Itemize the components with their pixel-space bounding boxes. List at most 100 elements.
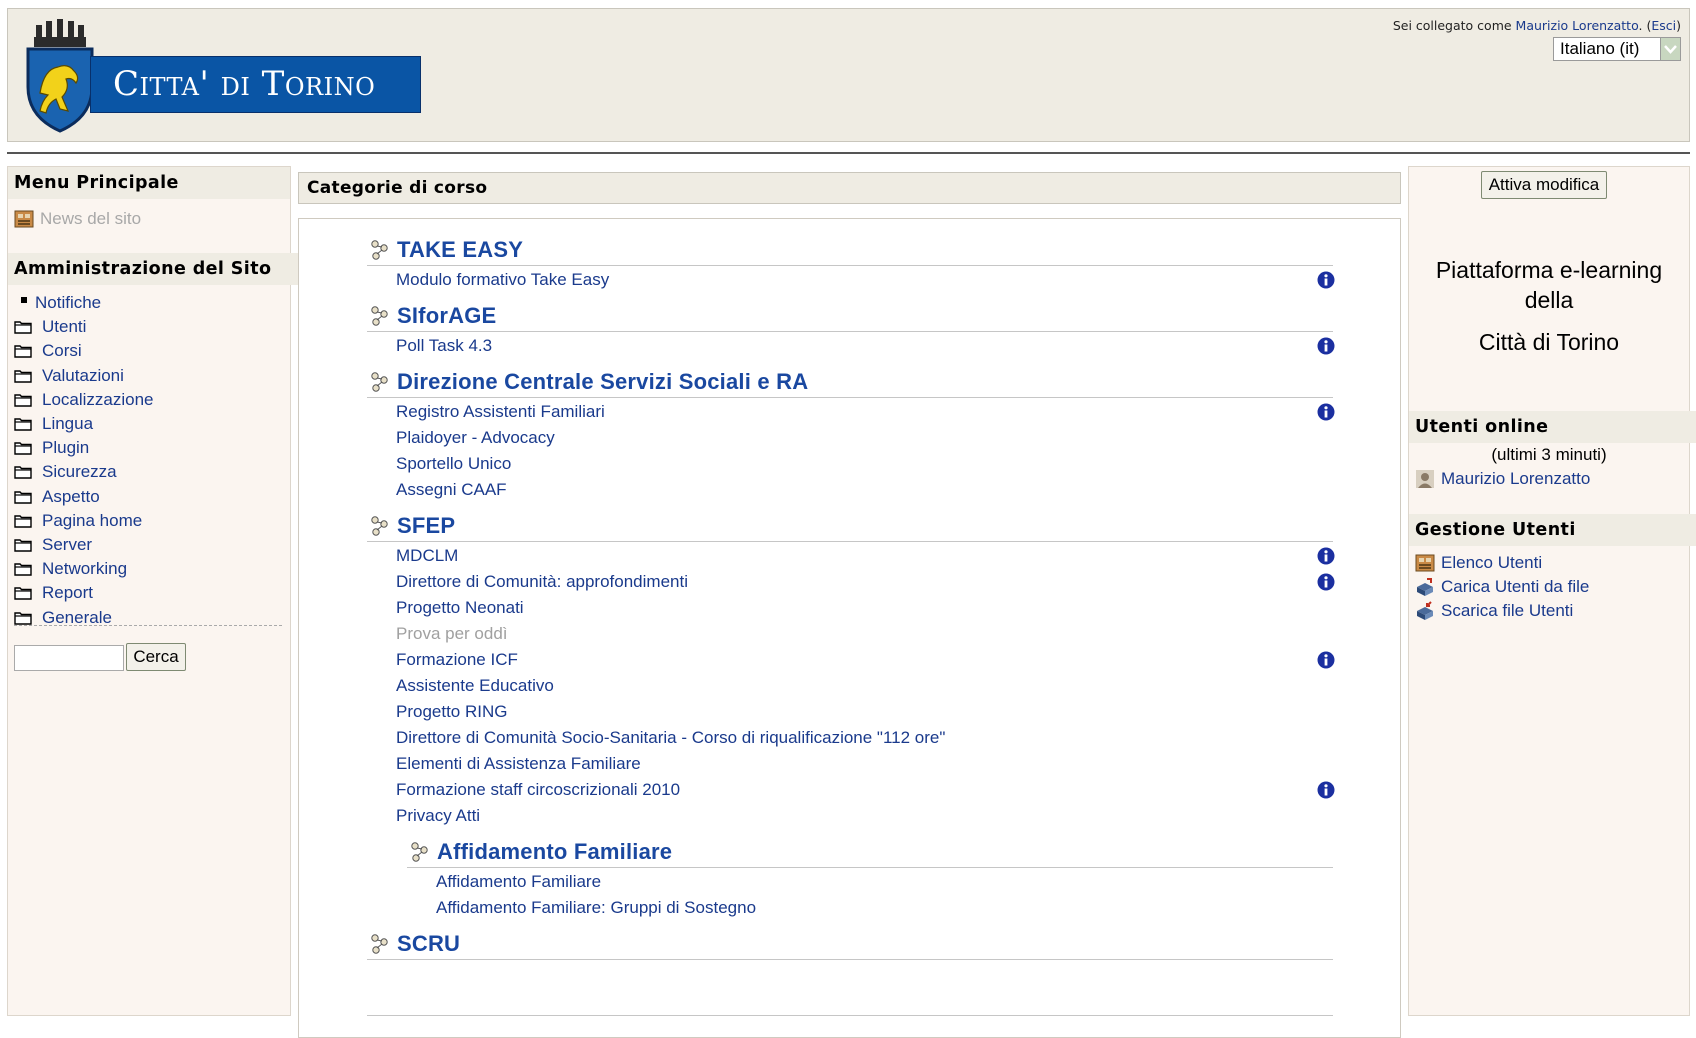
- gestione-item-link[interactable]: Scarica file Utenti: [1441, 601, 1573, 621]
- edit-mode-button[interactable]: Attiva modifica: [1481, 171, 1607, 199]
- gestione-item-3[interactable]: Scarica file Utenti: [1415, 599, 1573, 623]
- admin-item-label[interactable]: Localizzazione: [42, 390, 154, 410]
- course-link[interactable]: Sportello Unico: [396, 451, 511, 477]
- folder-icon: [14, 418, 32, 431]
- divider: [14, 625, 282, 626]
- admin-item-label[interactable]: Lingua: [42, 414, 93, 434]
- admin-item-label[interactable]: Networking: [42, 559, 127, 579]
- course-link[interactable]: Assegni CAAF: [396, 477, 507, 503]
- admin-item-label[interactable]: Aspetto: [42, 487, 100, 507]
- course-link[interactable]: Formazione staff circoscrizionali 2010: [396, 777, 680, 803]
- info-icon[interactable]: [1317, 573, 1335, 591]
- course-link[interactable]: Privacy Atti: [396, 803, 480, 829]
- info-icon[interactable]: [1317, 337, 1335, 355]
- folder-icon: [14, 587, 32, 601]
- course-link[interactable]: Registro Assistenti Familiari: [396, 399, 605, 425]
- course-link[interactable]: Elementi di Assistenza Familiare: [396, 751, 641, 777]
- course-link[interactable]: Direttore di Comunità Socio-Sanitaria - …: [396, 725, 945, 751]
- online-user-link[interactable]: Maurizio Lorenzatto: [1441, 469, 1590, 489]
- category-name[interactable]: SFEP: [397, 513, 455, 539]
- user-profile-link[interactable]: Maurizio Lorenzatto: [1516, 18, 1639, 33]
- category-row[interactable]: TAKE EASY: [367, 235, 1333, 266]
- folder-icon: [14, 490, 32, 504]
- course-link[interactable]: Plaidoyer - Advocacy: [396, 425, 555, 451]
- login-suffix: ): [1676, 18, 1681, 33]
- admin-item-report[interactable]: Report: [14, 581, 154, 605]
- folder-icon: [14, 466, 32, 480]
- category-row[interactable]: SIforAGE: [367, 301, 1333, 332]
- login-info: Sei collegato come Maurizio Lorenzatto. …: [1393, 18, 1681, 33]
- gestione-item-1[interactable]: Elenco Utenti: [1415, 551, 1542, 575]
- admin-item-plugin[interactable]: Plugin: [14, 436, 154, 460]
- course-link[interactable]: Affidamento Familiare: [436, 869, 601, 895]
- admin-item-label[interactable]: Notifiche: [35, 293, 101, 313]
- folder-icon: [14, 515, 32, 528]
- admin-item-label[interactable]: Valutazioni: [42, 366, 124, 386]
- admin-item-utenti[interactable]: Utenti: [14, 315, 154, 339]
- user-avatar-icon: [1416, 470, 1434, 488]
- category-name[interactable]: TAKE EASY: [397, 237, 523, 263]
- admin-item-label[interactable]: Report: [42, 583, 93, 603]
- category-row[interactable]: SFEP: [367, 511, 1333, 542]
- category-name[interactable]: Affidamento Familiare: [437, 839, 672, 865]
- course-link[interactable]: Affidamento Familiare: Gruppi di Sostegn…: [436, 895, 756, 921]
- online-user-item[interactable]: Maurizio Lorenzatto: [1415, 467, 1590, 491]
- search-input[interactable]: [14, 645, 124, 671]
- admin-item-label[interactable]: Corsi: [42, 341, 82, 361]
- search-button[interactable]: Cerca: [126, 643, 186, 671]
- category-name[interactable]: SIforAGE: [397, 303, 496, 329]
- category-name[interactable]: Direzione Centrale Servizi Sociali e RA: [397, 369, 808, 395]
- info-icon[interactable]: [1317, 547, 1335, 565]
- admin-item-label[interactable]: Sicurezza: [42, 462, 117, 482]
- admin-item-server[interactable]: Server: [14, 533, 154, 557]
- admin-item-notifiche[interactable]: Notifiche: [14, 291, 154, 315]
- admin-item-label[interactable]: Utenti: [42, 317, 86, 337]
- admin-item-sicurezza[interactable]: Sicurezza: [14, 460, 154, 484]
- course-link[interactable]: Formazione ICF: [396, 647, 518, 673]
- news-icon: [14, 210, 34, 228]
- gestione-item-2[interactable]: Carica Utenti da file: [1415, 575, 1589, 599]
- main-column: Categorie di corso TAKE EASY Modulo forma…: [298, 166, 1401, 1038]
- chevron-down-icon[interactable]: [1660, 38, 1680, 60]
- upload-users-icon: [1417, 578, 1433, 596]
- logout-link[interactable]: Esci: [1651, 18, 1676, 33]
- admin-item-corsi[interactable]: Corsi: [14, 339, 154, 363]
- header-divider: [7, 152, 1690, 154]
- admin-item-label[interactable]: Server: [42, 535, 92, 555]
- language-select[interactable]: Italiano (it): [1553, 37, 1681, 61]
- admin-item-label[interactable]: Plugin: [42, 438, 89, 458]
- online-users-title: Utenti online: [1409, 411, 1696, 443]
- folder-icon: [14, 321, 32, 334]
- course-link[interactable]: Direttore di Comunità: approfondimenti: [396, 569, 688, 595]
- category-icon: [371, 516, 388, 536]
- course-link[interactable]: Assistente Educativo: [396, 673, 554, 699]
- gestione-item-link[interactable]: Elenco Utenti: [1441, 553, 1542, 573]
- info-icon[interactable]: [1317, 271, 1335, 289]
- site-logo[interactable]: Citta' di Torino: [24, 17, 421, 133]
- admin-item-lingua[interactable]: Lingua: [14, 412, 154, 436]
- gestione-item-link[interactable]: Carica Utenti da file: [1441, 577, 1589, 597]
- folder-icon: [14, 563, 32, 576]
- category-row[interactable]: Affidamento Familiare: [407, 837, 1333, 868]
- course-link[interactable]: Poll Task 4.3: [396, 333, 492, 359]
- admin-item-valutazioni[interactable]: Valutazioni: [14, 364, 154, 388]
- admin-item-aspetto[interactable]: Aspetto: [14, 485, 154, 509]
- course-link[interactable]: Progetto Neonati: [396, 595, 524, 621]
- admin-item-pagina-home[interactable]: Pagina home: [14, 509, 154, 533]
- admin-item-localizzazione[interactable]: Localizzazione: [14, 388, 154, 412]
- category-row[interactable]: Direzione Centrale Servizi Sociali e RA: [367, 367, 1333, 398]
- category-name[interactable]: SCRU: [397, 931, 460, 957]
- course-link[interactable]: MDCLM: [396, 543, 458, 569]
- info-icon[interactable]: [1317, 781, 1335, 799]
- info-icon[interactable]: [1317, 403, 1335, 421]
- online-users-timespan: (ultimi 3 minuti): [1491, 445, 1607, 464]
- admin-item-networking[interactable]: Networking: [14, 557, 154, 581]
- category-row[interactable]: SCRU: [367, 929, 1333, 960]
- admin-item-label[interactable]: Pagina home: [42, 511, 142, 531]
- news-link[interactable]: News del sito: [40, 209, 141, 229]
- course-link[interactable]: Progetto RING: [396, 699, 508, 725]
- course-link[interactable]: Modulo formativo Take Easy: [396, 267, 609, 293]
- news-item[interactable]: News del sito: [14, 207, 141, 231]
- course-link[interactable]: Prova per oddì: [396, 621, 508, 647]
- info-icon[interactable]: [1317, 651, 1335, 669]
